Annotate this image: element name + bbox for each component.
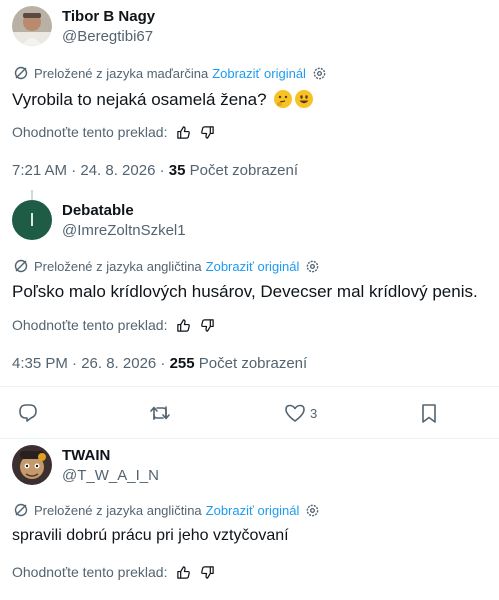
rate-label: Ohodnoťte tento preklad:: [12, 124, 168, 140]
author-handle[interactable]: @ImreZoltnSzkel1: [62, 222, 186, 239]
author-name[interactable]: TWAIN: [62, 447, 110, 464]
thumbs-down-icon[interactable]: [200, 565, 215, 580]
rate-label: Ohodnoťte tento preklad:: [12, 564, 168, 580]
thumbs-up-icon[interactable]: [176, 125, 191, 140]
author-handle[interactable]: @Beregtibi67: [62, 28, 153, 45]
show-original-link[interactable]: Zobraziť originál: [206, 503, 300, 518]
show-original-link[interactable]: Zobraziť originál: [212, 66, 306, 81]
like-button[interactable]: 3: [284, 402, 317, 424]
translated-label: Preložené z jazyka angličtina: [34, 502, 202, 518]
translation-info: Preložené z jazyka maďarčina Zobraziť or…: [13, 65, 332, 81]
avatar-tibor[interactable]: [12, 6, 52, 46]
rate-label: Ohodnoťte tento preklad:: [12, 317, 168, 333]
rate-translation: Ohodnoťte tento preklad:: [12, 124, 215, 140]
tweet-text: Poľsko malo krídlových husárov, Devecser…: [12, 282, 478, 301]
gear-icon[interactable]: [305, 503, 325, 518]
retweet-icon: [150, 406, 170, 420]
thumbs-up-icon[interactable]: [176, 565, 191, 580]
tweet-text-content: Vyrobila to nejaká osamelá žena?: [12, 90, 272, 109]
tweet-meta: 7:21 AM · 24. 8. 2026 · 35 Počet zobraze…: [12, 162, 298, 179]
grinning-face-icon: [295, 90, 314, 108]
tweet-text: spravili dobrú prácu pri jeho vztyčovaní: [12, 527, 289, 544]
tweet-timestamp[interactable]: 4:35 PM · 26. 8. 2026 ·: [12, 355, 170, 372]
divider: [0, 438, 499, 439]
gear-icon[interactable]: [312, 66, 332, 81]
gear-icon[interactable]: [305, 259, 325, 274]
translate-icon: [14, 66, 28, 80]
translate-icon: [14, 259, 28, 273]
rate-translation: Ohodnoťte tento preklad:: [12, 317, 215, 333]
tweet-1: Tibor B Nagy @Beregtibi67 Preložené z ja…: [0, 0, 499, 190]
thumbs-down-icon[interactable]: [200, 318, 215, 333]
translation-info: Preložené z jazyka angličtina Zobraziť o…: [13, 502, 325, 518]
reply-button[interactable]: [17, 402, 39, 424]
avatar-letter: I: [29, 209, 35, 230]
views-label: Počet zobrazení: [198, 355, 308, 372]
avatar-illustration-icon: [12, 445, 52, 485]
tweet-meta: 4:35 PM · 26. 8. 2026 · 255 Počet zobraz…: [12, 355, 307, 372]
reply-icon: [19, 404, 37, 422]
tweet-2: I Debatable @ImreZoltnSzkel1 Preložené z…: [0, 200, 499, 440]
views-count: 255: [169, 355, 195, 372]
translated-label: Preložené z jazyka maďarčina: [34, 65, 209, 81]
thumbs-up-icon[interactable]: [176, 318, 191, 333]
views-count: 35: [168, 162, 186, 179]
heart-icon: [285, 404, 305, 422]
author-name[interactable]: Tibor B Nagy: [62, 8, 155, 25]
like-count: 3: [310, 405, 318, 421]
rate-translation: Ohodnoťte tento preklad:: [12, 564, 215, 580]
show-original-link[interactable]: Zobraziť originál: [206, 259, 300, 274]
thread-connector: [31, 190, 33, 200]
translation-info: Preložené z jazyka angličtina Zobraziť o…: [13, 258, 325, 274]
divider: [0, 386, 499, 387]
bookmark-icon: [422, 404, 436, 423]
author-handle[interactable]: @T_W_A_I_N: [62, 467, 159, 484]
translate-icon: [14, 503, 28, 517]
avatar-twain[interactable]: [12, 445, 52, 485]
retweet-button[interactable]: [149, 402, 171, 424]
tweet-text: Vyrobila to nejaká osamelá žena?: [12, 89, 314, 111]
author-name[interactable]: Debatable: [62, 202, 134, 219]
avatar-debatable[interactable]: I: [12, 200, 52, 240]
tweet-actions: 3: [0, 399, 499, 429]
thinking-face-icon: [274, 90, 293, 108]
avatar-photo-icon: [12, 6, 52, 46]
tweet-3: TWAIN @T_W_A_I_N Preložené z jazyka angl…: [0, 440, 499, 600]
bookmark-button[interactable]: [418, 402, 440, 424]
tweet-timestamp[interactable]: 7:21 AM · 24. 8. 2026 ·: [12, 162, 169, 179]
translated-label: Preložené z jazyka angličtina: [34, 258, 202, 274]
views-label: Počet zobrazení: [189, 162, 299, 179]
thumbs-down-icon[interactable]: [200, 125, 215, 140]
